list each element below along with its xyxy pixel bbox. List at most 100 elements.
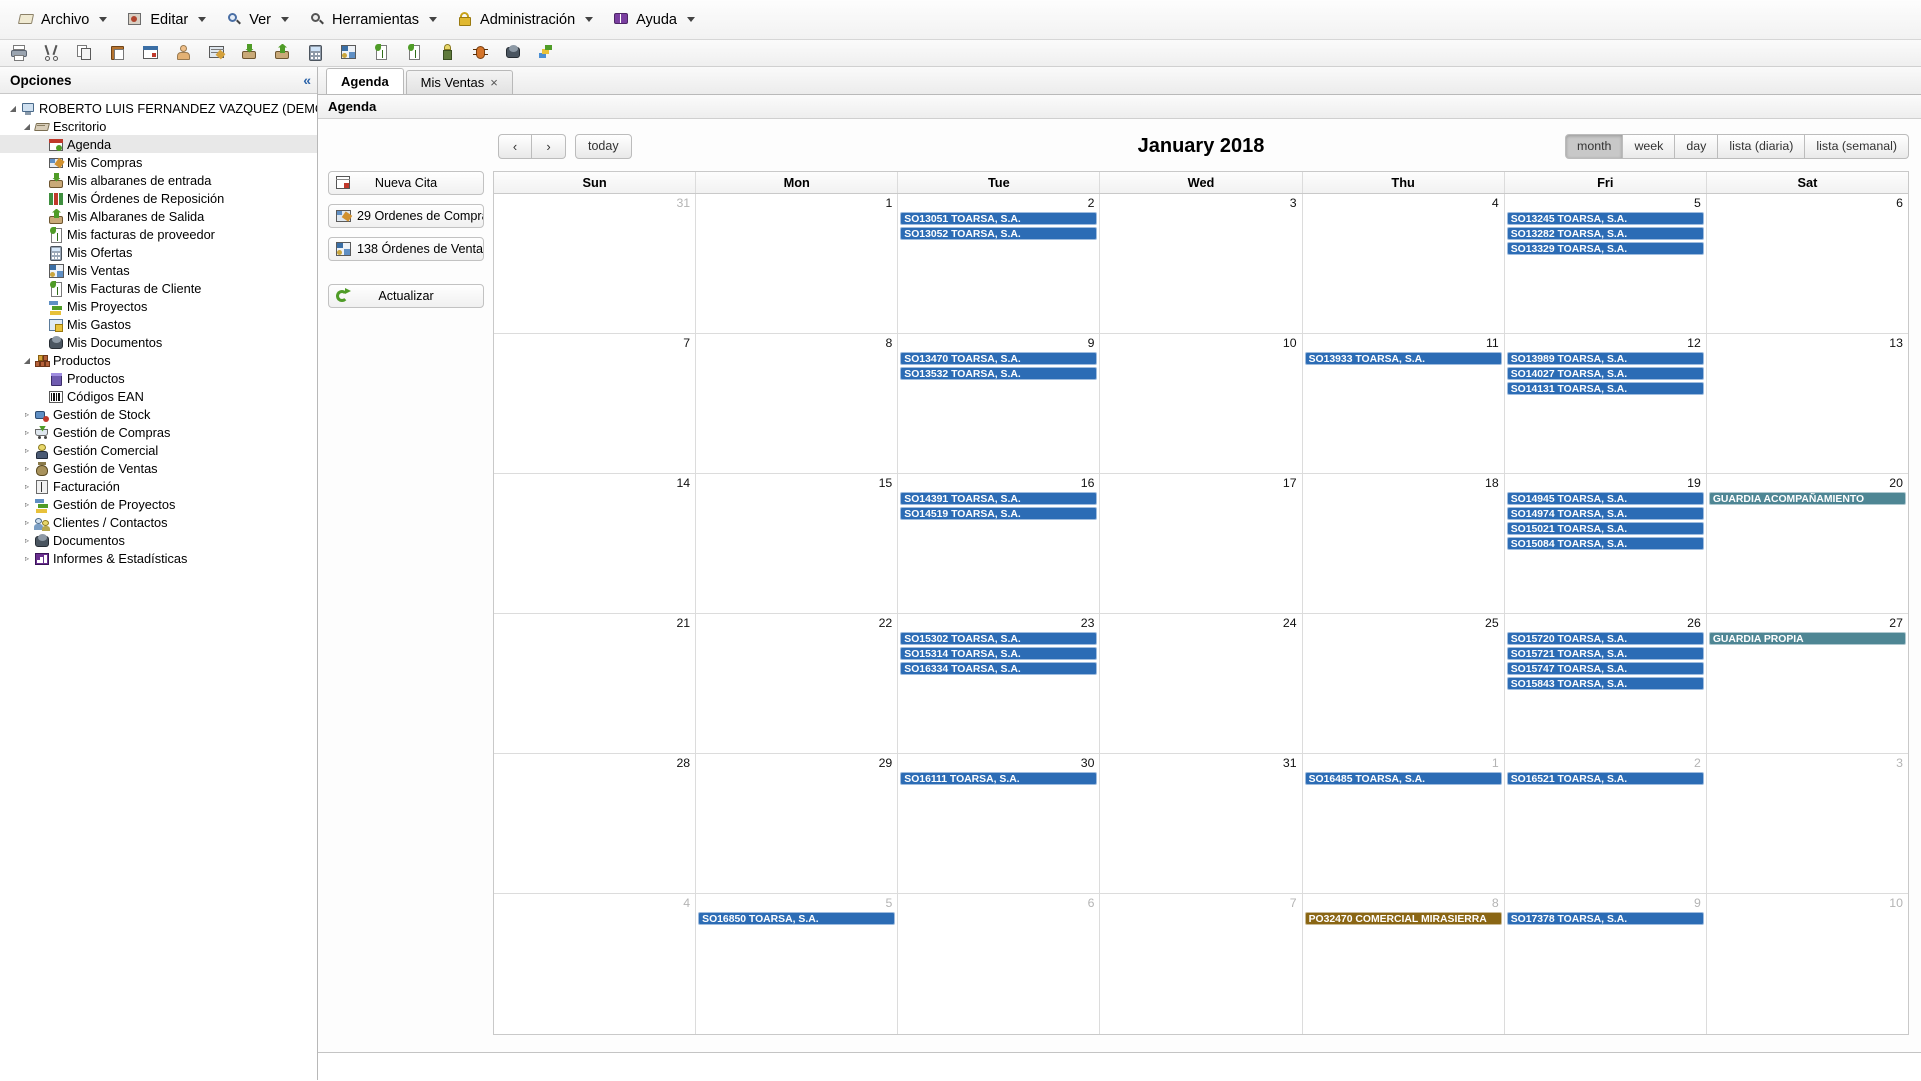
calendar-event[interactable]: SO14974 TOARSA, S.A.: [1506, 507, 1704, 520]
calendar-event[interactable]: GUARDIA ACOMPAÑAMIENTO: [1708, 492, 1906, 505]
twisty-closed-icon[interactable]: ▹: [20, 446, 34, 455]
calendar-day-cell[interactable]: 3: [1100, 194, 1303, 333]
menu-herramientas[interactable]: Herramientas: [299, 7, 447, 32]
action-nueva-cita[interactable]: Nueva Cita: [328, 171, 484, 195]
calendar-day-cell[interactable]: 23 SO15302 TOARSA, S.A. SO15314 TOARSA, S.…: [898, 614, 1101, 753]
calendar-day-cell[interactable]: 7: [1100, 894, 1303, 1034]
tab-agenda[interactable]: Agenda: [326, 68, 404, 94]
next-month-button[interactable]: ›: [532, 133, 566, 159]
calendar-day-cell[interactable]: 9 SO13470 TOARSA, S.A. SO13532 TOARSA, S.A…: [898, 334, 1101, 473]
calendar-event[interactable]: SO15084 TOARSA, S.A.: [1506, 537, 1704, 550]
menu-ayuda[interactable]: Ayuda: [603, 7, 705, 32]
calendar-event[interactable]: SO15747 TOARSA, S.A.: [1506, 662, 1704, 675]
calendar-day-cell[interactable]: 10: [1707, 894, 1908, 1034]
calendar-day-cell[interactable]: 1 SO16485 TOARSA, S.A.: [1303, 754, 1505, 893]
calendar-day-cell[interactable]: 9 SO17378 TOARSA, S.A.: [1505, 894, 1707, 1034]
calendar-day-cell[interactable]: 2 SO13051 TOARSA, S.A. SO13052 TOARSA, S.A…: [898, 194, 1101, 333]
tree-item-mis-proyectos[interactable]: Mis Proyectos: [0, 297, 317, 315]
tree-item-productos[interactable]: ◢ Productos: [0, 351, 317, 369]
today-button[interactable]: today: [575, 133, 632, 159]
calendar-event[interactable]: SO13329 TOARSA, S.A.: [1506, 242, 1704, 255]
calendar-day-cell[interactable]: 3: [1707, 754, 1908, 893]
calendar-day-cell[interactable]: 21: [494, 614, 697, 753]
calendar-day-cell[interactable]: 8 PO32470 COMERCIAL MIRASIERRA: [1303, 894, 1505, 1034]
menu-archivo[interactable]: Archivo: [8, 7, 117, 32]
calendar-event[interactable]: SO13989 TOARSA, S.A.: [1506, 352, 1704, 365]
options-tree[interactable]: ◢ ROBERTO LUIS FERNANDEZ VAZQUEZ (DEMO) ◢ E…: [0, 94, 317, 1080]
tree-item-mis-rdenes-de-reposici-n[interactable]: Mis Órdenes de Reposición: [0, 189, 317, 207]
twisty-closed-icon[interactable]: ▹: [20, 554, 34, 563]
view-button-week[interactable]: week: [1623, 133, 1676, 159]
calendar-day-cell[interactable]: 8: [696, 334, 899, 473]
calendar-day-cell[interactable]: 15: [696, 474, 899, 613]
tree-item-gesti-n-comercial[interactable]: ▹ Gestión Comercial: [0, 441, 317, 459]
tree-item-mis-ofertas[interactable]: Mis Ofertas: [0, 243, 317, 261]
tree-item-informes-estad-sticas[interactable]: ▹ Informes & Estadísticas: [0, 549, 317, 567]
calendar-day-cell[interactable]: 4: [1303, 194, 1505, 333]
twisty-closed-icon[interactable]: ▹: [20, 482, 34, 491]
calendar-day-cell[interactable]: 26 SO15720 TOARSA, S.A. SO15721 TOARSA, S.…: [1505, 614, 1707, 753]
tree-item-documentos[interactable]: ▹ Documentos: [0, 531, 317, 549]
calendar-event[interactable]: SO14945 TOARSA, S.A.: [1506, 492, 1704, 505]
menu-ver[interactable]: Ver: [216, 7, 299, 32]
calendar-day-cell[interactable]: 1: [696, 194, 899, 333]
calendar-event[interactable]: SO15720 TOARSA, S.A.: [1506, 632, 1704, 645]
tree-item-mis-gastos[interactable]: Mis Gastos: [0, 315, 317, 333]
tree-item-mis-compras[interactable]: Mis Compras: [0, 153, 317, 171]
calendar-day-cell[interactable]: 2 SO16521 TOARSA, S.A.: [1505, 754, 1707, 893]
calendar-event[interactable]: SO13532 TOARSA, S.A.: [900, 367, 1098, 380]
reports-icon[interactable]: [538, 44, 557, 63]
user-icon[interactable]: [175, 44, 194, 63]
calendar-event[interactable]: SO14519 TOARSA, S.A.: [900, 507, 1098, 520]
tree-item-roberto-luis-fernandez-vazquez-demo[interactable]: ◢ ROBERTO LUIS FERNANDEZ VAZQUEZ (DEMO): [0, 99, 317, 117]
calendar-day-cell[interactable]: 14: [494, 474, 697, 613]
twisty-open-icon[interactable]: ◢: [6, 104, 20, 113]
calendar-event[interactable]: SO13933 TOARSA, S.A.: [1304, 352, 1502, 365]
view-button-day[interactable]: day: [1675, 133, 1719, 159]
copy-icon[interactable]: [76, 44, 95, 63]
view-button-month[interactable]: month: [1565, 133, 1624, 159]
menu-administracin[interactable]: Administración: [447, 7, 603, 32]
tree-item-clientes-contactos[interactable]: ▹ Clientes / Contactos: [0, 513, 317, 531]
calendar-event[interactable]: SO16485 TOARSA, S.A.: [1304, 772, 1502, 785]
tree-item-gesti-n-de-compras[interactable]: ▹ Gestión de Compras: [0, 423, 317, 441]
calendar-day-cell[interactable]: 27 GUARDIA PROPIA: [1707, 614, 1908, 753]
tree-item-agenda[interactable]: Agenda: [0, 135, 317, 153]
calendar-day-cell[interactable]: 22: [696, 614, 899, 753]
calculator-icon[interactable]: [307, 44, 326, 63]
paste-icon[interactable]: [109, 44, 128, 63]
tree-item-mis-documentos[interactable]: Mis Documentos: [0, 333, 317, 351]
calendar-event[interactable]: SO16334 TOARSA, S.A.: [900, 662, 1098, 675]
calendar-day-cell[interactable]: 13: [1707, 334, 1908, 473]
calendar-day-cell[interactable]: 20 GUARDIA ACOMPAÑAMIENTO: [1707, 474, 1908, 613]
calendar-event[interactable]: SO14131 TOARSA, S.A.: [1506, 382, 1704, 395]
calendar-event[interactable]: SO16111 TOARSA, S.A.: [900, 772, 1098, 785]
twisty-closed-icon[interactable]: ▹: [20, 518, 34, 527]
calendar-icon[interactable]: [142, 44, 161, 63]
calendar-day-cell[interactable]: 24: [1100, 614, 1303, 753]
calendar-event[interactable]: SO16521 TOARSA, S.A.: [1506, 772, 1704, 785]
calendar-day-cell[interactable]: 7: [494, 334, 697, 473]
action-29-ordenes-de-compra[interactable]: 29 Ordenes de Compra: [328, 204, 484, 228]
cut-icon[interactable]: [43, 44, 62, 63]
calendar-event[interactable]: SO14391 TOARSA, S.A.: [900, 492, 1098, 505]
calendar-event[interactable]: SO13051 TOARSA, S.A.: [900, 212, 1098, 225]
calendar-event[interactable]: PO32470 COMERCIAL MIRASIERRA: [1304, 912, 1502, 925]
calendar-event[interactable]: GUARDIA PROPIA: [1708, 632, 1906, 645]
tree-item-c-digos-ean[interactable]: Códigos EAN: [0, 387, 317, 405]
calendar-day-cell[interactable]: 17: [1100, 474, 1303, 613]
menu-editar[interactable]: Editar: [117, 7, 216, 32]
calendar-day-cell[interactable]: 5 SO16850 TOARSA, S.A.: [696, 894, 899, 1034]
twisty-open-icon[interactable]: ◢: [20, 122, 34, 131]
chevron-double-left-icon[interactable]: «: [303, 72, 311, 88]
sales-order-icon[interactable]: [340, 44, 359, 63]
tree-item-mis-albaranes-de-salida[interactable]: Mis Albaranes de Salida: [0, 207, 317, 225]
tree-item-mis-ventas[interactable]: Mis Ventas: [0, 261, 317, 279]
customer-invoice-icon[interactable]: [406, 43, 425, 63]
purchase-order-icon[interactable]: [208, 44, 227, 63]
calendar-event[interactable]: SO13470 TOARSA, S.A.: [900, 352, 1098, 365]
calendar-day-cell[interactable]: 6: [898, 894, 1101, 1034]
tree-item-productos[interactable]: Productos: [0, 369, 317, 387]
tree-item-mis-facturas-de-proveedor[interactable]: Mis facturas de proveedor: [0, 225, 317, 243]
documents-icon[interactable]: [505, 44, 524, 63]
